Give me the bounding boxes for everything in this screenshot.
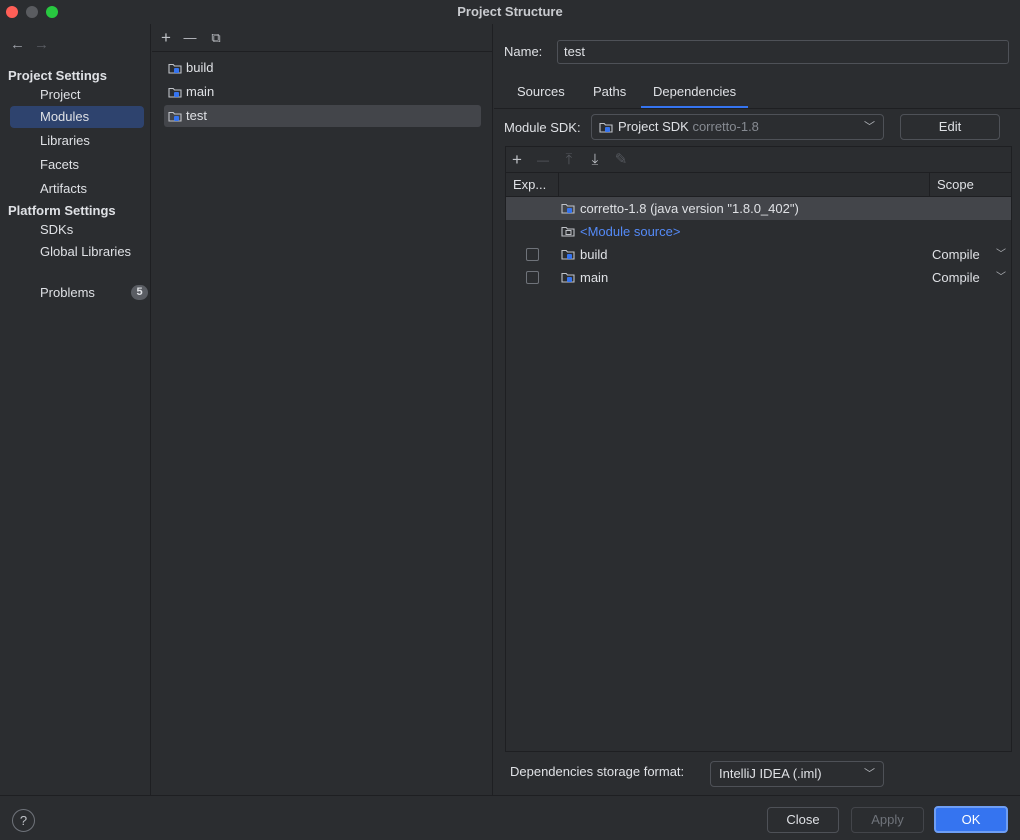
tab-dependencies[interactable]: Dependencies <box>641 84 749 108</box>
module-folder-icon <box>561 249 575 260</box>
scope-column-header[interactable]: Scope <box>930 173 1011 197</box>
module-folder-icon <box>561 272 575 283</box>
ok-button[interactable]: OK <box>934 806 1008 833</box>
dependency-name: build <box>580 247 608 262</box>
storage-format-value: IntelliJ IDEA (.iml) <box>719 766 822 781</box>
module-folder-icon <box>168 111 182 122</box>
problems-label: Problems <box>40 285 95 300</box>
module-label: test <box>186 108 207 123</box>
sidebar-item-facets[interactable]: Facets <box>10 154 144 176</box>
platform-settings-header: Platform Settings <box>8 203 116 218</box>
remove-module-icon[interactable]: — <box>180 28 200 48</box>
dependency-name: main <box>580 270 609 285</box>
forward-arrow-icon[interactable]: → <box>34 36 58 53</box>
sidebar-item-project[interactable]: Project <box>10 84 144 106</box>
dependency-row-module-source[interactable]: <Module source> <box>506 220 1011 243</box>
scope-select[interactable]: Compile <box>932 266 980 289</box>
remove-dependency-icon[interactable]: — <box>533 150 553 170</box>
module-name-input[interactable]: test <box>557 40 1009 64</box>
add-dependency-icon[interactable]: + <box>507 150 527 170</box>
storage-format-select[interactable]: IntelliJ IDEA (.iml) ﹀ <box>710 761 884 787</box>
module-label: build <box>186 60 214 75</box>
edit-dependency-icon[interactable]: ✎ <box>611 150 631 170</box>
tabs-divider <box>494 108 1020 109</box>
tab-sources[interactable]: Sources <box>505 84 577 108</box>
module-folder-icon <box>168 87 182 98</box>
scope-select[interactable]: Compile <box>932 243 980 266</box>
title-bar: Project Structure <box>0 0 1020 24</box>
move-up-icon[interactable]: ⤒ <box>559 150 579 170</box>
chevron-down-icon[interactable]: ﹀ <box>996 266 1006 289</box>
chevron-down-icon[interactable]: ﹀ <box>996 243 1006 266</box>
dependencies-toolbar: + — ⤒ ⤓ ✎ <box>506 147 1011 173</box>
dependency-name: corretto-1.8 (java version "1.8.0_402") <box>580 201 799 216</box>
project-settings-header: Project Settings <box>8 68 107 83</box>
sidebar-item-global-libraries[interactable]: Global Libraries <box>10 241 144 263</box>
module-sdk-select[interactable]: Project SDK corretto-1.8 ﹀ <box>591 114 884 140</box>
module-details-panel: Name: test Sources Paths Dependencies Mo… <box>494 24 1020 795</box>
modules-panel: + — ⧉ build main test <box>152 24 493 795</box>
dependency-name: <Module source> <box>580 224 681 239</box>
export-checkbox[interactable] <box>526 271 539 284</box>
export-checkbox[interactable] <box>526 248 539 261</box>
edit-sdk-button[interactable]: Edit <box>900 114 1000 140</box>
sdk-folder-icon <box>599 122 613 133</box>
dependencies-table: + — ⤒ ⤓ ✎ Exp... Scope corretto-1.8 (jav… <box>505 146 1012 752</box>
name-label: Name: <box>504 44 543 59</box>
storage-format-label: Dependencies storage format: <box>510 764 685 779</box>
sidebar-item-libraries[interactable]: Libraries <box>10 130 144 152</box>
sidebar-item-artifacts[interactable]: Artifacts <box>10 178 144 200</box>
copy-module-icon[interactable]: ⧉ <box>206 28 226 48</box>
modules-toolbar: + — ⧉ <box>152 24 493 52</box>
chevron-down-icon: ﹀ <box>864 768 875 780</box>
module-item-test[interactable]: test <box>164 105 481 127</box>
module-sdk-value: Project SDK <box>618 119 689 134</box>
tab-paths[interactable]: Paths <box>581 84 638 108</box>
add-module-icon[interactable]: + <box>156 28 176 48</box>
problems-count-badge: 5 <box>131 285 148 300</box>
module-folder-icon <box>168 63 182 74</box>
dependency-row-sdk[interactable]: corretto-1.8 (java version "1.8.0_402") <box>506 197 1011 220</box>
move-down-icon[interactable]: ⤓ <box>585 150 605 170</box>
dependency-row-build[interactable]: build Compile ﹀ <box>506 243 1011 266</box>
help-button[interactable]: ? <box>12 809 35 832</box>
export-column-header[interactable]: Exp... <box>506 173 558 197</box>
apply-button[interactable]: Apply <box>851 807 924 833</box>
source-folder-icon <box>561 226 575 237</box>
name-column-header[interactable] <box>559 173 929 197</box>
module-label: main <box>186 84 215 99</box>
close-button[interactable]: Close <box>767 807 839 833</box>
module-item-main[interactable]: main <box>164 81 481 103</box>
dialog-footer: ? Close Apply OK <box>0 795 1020 840</box>
sidebar-item-sdks[interactable]: SDKs <box>10 219 144 241</box>
sdk-folder-icon <box>561 203 575 214</box>
module-sdk-hint: corretto-1.8 <box>692 119 759 134</box>
history-nav: ← → <box>10 36 58 53</box>
chevron-down-icon: ﹀ <box>864 121 875 133</box>
sidebar-item-modules[interactable]: Modules <box>10 106 144 128</box>
dependency-row-main[interactable]: main Compile ﹀ <box>506 266 1011 289</box>
module-sdk-label: Module SDK: <box>504 120 581 135</box>
settings-sidebar: ← → Project Settings Project Modules Libr… <box>0 24 151 795</box>
sidebar-item-problems[interactable]: Problems 5 <box>10 282 148 304</box>
module-item-build[interactable]: build <box>164 57 481 79</box>
back-arrow-icon[interactable]: ← <box>10 36 34 53</box>
window-title: Project Structure <box>457 4 563 19</box>
